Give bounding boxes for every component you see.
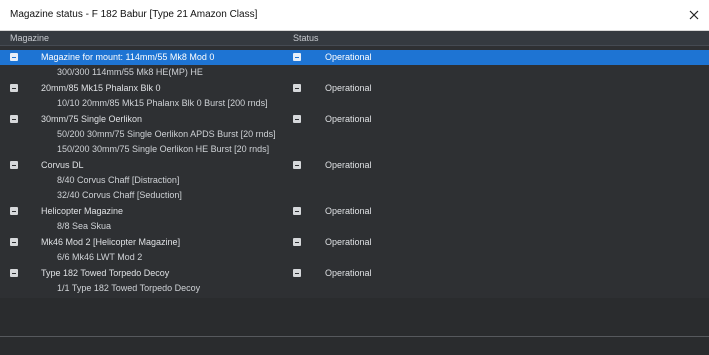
- collapse-toggle-icon[interactable]: [10, 53, 18, 61]
- collapse-toggle-icon[interactable]: [10, 84, 18, 92]
- status-toggle-icon[interactable]: [293, 115, 301, 123]
- status-column-header[interactable]: Status: [293, 33, 319, 43]
- magazine-name: Corvus DL: [41, 160, 84, 170]
- collapse-toggle-icon[interactable]: [10, 238, 18, 246]
- magazine-name: 30mm/75 Single Oerlikon: [41, 114, 143, 124]
- magazine-name: Mk46 Mod 2 [Helicopter Magazine]: [41, 237, 181, 247]
- status-toggle-icon[interactable]: [293, 161, 301, 169]
- footer-bar: [0, 337, 709, 355]
- close-icon: [689, 10, 699, 20]
- weapon-load: 1/1 Type 182 Towed Torpedo Decoy: [57, 283, 201, 293]
- magazine-name: Magazine for mount: 114mm/55 Mk8 Mod 0: [41, 52, 215, 62]
- magazine-row[interactable]: 20mm/85 Mk15 Phalanx Blk 0 Operational: [0, 81, 709, 96]
- magazine-item-row[interactable]: 10/10 20mm/85 Mk15 Phalanx Blk 0 Burst […: [0, 96, 709, 111]
- status-toggle-icon[interactable]: [293, 269, 301, 277]
- magazine-item-row[interactable]: 8/8 Sea Skua: [0, 219, 709, 234]
- weapon-load: 8/40 Corvus Chaff [Distraction]: [57, 175, 180, 185]
- weapon-load: 10/10 20mm/85 Mk15 Phalanx Blk 0 Burst […: [57, 98, 268, 108]
- close-button[interactable]: [685, 6, 703, 24]
- magazine-status: Operational: [325, 206, 372, 216]
- magazine-status: Operational: [325, 160, 372, 170]
- magazine-row[interactable]: Helicopter Magazine Operational: [0, 204, 709, 219]
- magazine-item-row[interactable]: 300/300 114mm/55 Mk8 HE(MP) HE: [0, 65, 709, 80]
- magazine-name: 20mm/85 Mk15 Phalanx Blk 0: [41, 83, 161, 93]
- magazine-status: Operational: [325, 114, 372, 124]
- magazine-item-row[interactable]: 6/6 Mk46 LWT Mod 2: [0, 250, 709, 265]
- magazine-status: Operational: [325, 83, 372, 93]
- weapon-load: 8/8 Sea Skua: [57, 221, 112, 231]
- weapon-load: 50/200 30mm/75 Single Oerlikon APDS Burs…: [57, 129, 276, 139]
- magazine-row[interactable]: Corvus DL Operational: [0, 158, 709, 173]
- magazine-row[interactable]: 30mm/75 Single Oerlikon Operational: [0, 112, 709, 127]
- magazine-column-header[interactable]: Magazine: [10, 33, 49, 43]
- weapon-load: 32/40 Corvus Chaff [Seduction]: [57, 190, 182, 200]
- magazine-item-row[interactable]: 150/200 30mm/75 Single Oerlikon HE Burst…: [0, 142, 709, 157]
- magazine-name: Helicopter Magazine: [41, 206, 124, 216]
- magazine-status: Operational: [325, 268, 372, 278]
- empty-panel: [0, 298, 709, 336]
- magazine-item-row[interactable]: 50/200 30mm/75 Single Oerlikon APDS Burs…: [0, 127, 709, 142]
- magazine-row[interactable]: Type 182 Towed Torpedo Decoy Operational: [0, 266, 709, 281]
- title-bar: Magazine status - F 182 Babur [Type 21 A…: [0, 0, 709, 31]
- magazine-row[interactable]: Magazine for mount: 114mm/55 Mk8 Mod 0 Op…: [0, 50, 709, 65]
- collapse-toggle-icon[interactable]: [10, 115, 18, 123]
- collapse-toggle-icon[interactable]: [10, 161, 18, 169]
- status-toggle-icon[interactable]: [293, 238, 301, 246]
- magazine-row[interactable]: Mk46 Mod 2 [Helicopter Magazine] Operatio…: [0, 235, 709, 250]
- weapon-load: 6/6 Mk46 LWT Mod 2: [57, 252, 143, 262]
- magazine-item-row[interactable]: 1/1 Type 182 Towed Torpedo Decoy: [0, 281, 709, 296]
- status-toggle-icon[interactable]: [293, 207, 301, 215]
- window-title: Magazine status - F 182 Babur [Type 21 A…: [10, 9, 258, 20]
- status-toggle-icon[interactable]: [293, 53, 301, 61]
- collapse-toggle-icon[interactable]: [10, 207, 18, 215]
- magazine-status-window: Magazine status - F 182 Babur [Type 21 A…: [0, 0, 709, 355]
- magazine-status: Operational: [325, 52, 372, 62]
- magazine-name: Type 182 Towed Torpedo Decoy: [41, 268, 170, 278]
- magazine-status: Operational: [325, 237, 372, 247]
- magazine-item-row[interactable]: 32/40 Corvus Chaff [Seduction]: [0, 188, 709, 203]
- weapon-load: 300/300 114mm/55 Mk8 HE(MP) HE: [57, 67, 203, 77]
- column-header: Magazine Status: [0, 31, 709, 46]
- magazine-item-row[interactable]: 8/40 Corvus Chaff [Distraction]: [0, 173, 709, 188]
- status-toggle-icon[interactable]: [293, 84, 301, 92]
- collapse-toggle-icon[interactable]: [10, 269, 18, 277]
- magazine-list: Magazine for mount: 114mm/55 Mk8 Mod 0 Op…: [0, 46, 709, 298]
- weapon-load: 150/200 30mm/75 Single Oerlikon HE Burst…: [57, 144, 270, 154]
